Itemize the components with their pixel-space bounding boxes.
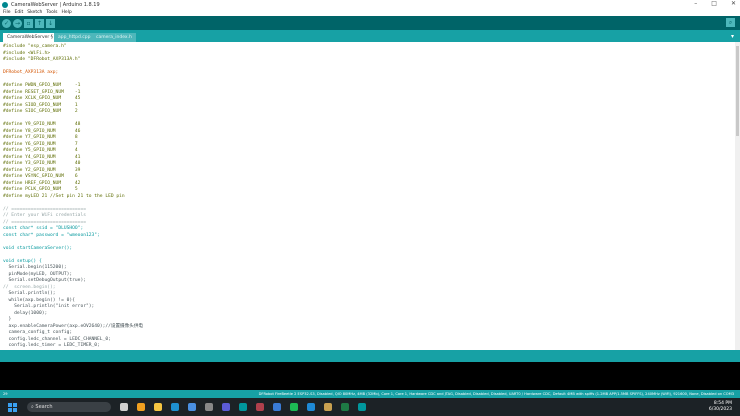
taskbar-widgets-icon[interactable]	[137, 403, 145, 411]
system-clock[interactable]: 8:54 PM 6/30/2023	[709, 401, 732, 413]
menu-file[interactable]: File	[3, 10, 11, 15]
title-bar: CameraWebServer | Arduino 1.8.19 – □ ✕	[0, 0, 740, 9]
minimize-button[interactable]: –	[694, 0, 697, 7]
taskbar-task-view-icon[interactable]	[120, 403, 128, 411]
editor-scrollbar[interactable]	[735, 42, 740, 350]
taskbar-snipping-icon[interactable]	[256, 403, 264, 411]
arduino-logo-icon	[2, 1, 8, 8]
taskbar-edge-icon[interactable]	[171, 403, 179, 411]
code-editor[interactable]: #include "esp_camera.h" #include <WiFi.h>…	[0, 42, 735, 350]
scrollbar-thumb[interactable]	[736, 46, 739, 136]
upload-button[interactable]: →	[13, 18, 22, 28]
taskbar-excel-icon[interactable]	[341, 403, 349, 411]
tab-menu-button[interactable]: ▾	[731, 33, 734, 40]
menu-help[interactable]: Help	[62, 10, 72, 15]
taskbar-store-icon[interactable]	[188, 403, 196, 411]
tab-camerawebserver[interactable]: CameraWebServer §	[3, 33, 57, 42]
taskbar-file-explorer-icon[interactable]	[154, 403, 162, 411]
board-info: DFRobot FireBeetle 2 ESP32-S3, Disabled,…	[258, 392, 734, 396]
menu-tools[interactable]: Tools	[46, 10, 57, 15]
search-placeholder: Search	[35, 404, 53, 410]
serial-monitor-button[interactable]: ⌕	[726, 18, 735, 27]
taskbar-arduino-icon[interactable]	[239, 403, 247, 411]
taskbar-settings-icon[interactable]	[205, 403, 213, 411]
menu-sketch[interactable]: Sketch	[27, 10, 42, 15]
taskbar-spotify-icon[interactable]	[290, 403, 298, 411]
save-button[interactable]: ↓	[46, 18, 55, 28]
maximize-button[interactable]: □	[711, 0, 717, 7]
window-title: CameraWebServer | Arduino 1.8.19	[11, 1, 100, 8]
taskbar-app-icon[interactable]	[273, 403, 281, 411]
taskbar-search[interactable]: ⌕ Search	[27, 402, 111, 412]
clock-date: 6/30/2023	[708, 407, 732, 412]
menu-bar: File Edit Sketch Tools Help	[0, 9, 740, 16]
open-button[interactable]: ↑	[35, 18, 44, 28]
taskbar-visual-studio-icon[interactable]	[222, 403, 230, 411]
verify-button[interactable]: ✓	[2, 18, 11, 28]
tab-camera-index[interactable]: camera_index.h	[92, 33, 136, 42]
taskbar-vscode-icon[interactable]	[307, 403, 315, 411]
tab-bar: CameraWebServer § app_httpd.cpp camera_i…	[0, 30, 740, 42]
tab-app-httpd[interactable]: app_httpd.cpp	[54, 33, 95, 42]
new-button[interactable]: ▫	[24, 18, 33, 28]
line-number: 29	[3, 392, 8, 396]
taskbar-app2-icon[interactable]	[324, 403, 332, 411]
taskbar-arduino2-icon[interactable]	[358, 403, 366, 411]
code-line: config.ledc_timer = LEDC_TIMER_0;	[3, 343, 100, 348]
console-divider[interactable]	[0, 350, 740, 362]
menu-edit[interactable]: Edit	[15, 10, 24, 15]
console-output	[0, 362, 740, 390]
taskbar: ⌕ Search	[0, 398, 740, 416]
toolbar: ✓ → ▫ ↑ ↓	[0, 16, 740, 30]
close-button[interactable]: ✕	[731, 0, 736, 7]
status-bar: 29 DFRobot FireBeetle 2 ESP32-S3, Disabl…	[0, 390, 740, 398]
start-button[interactable]	[8, 402, 17, 412]
